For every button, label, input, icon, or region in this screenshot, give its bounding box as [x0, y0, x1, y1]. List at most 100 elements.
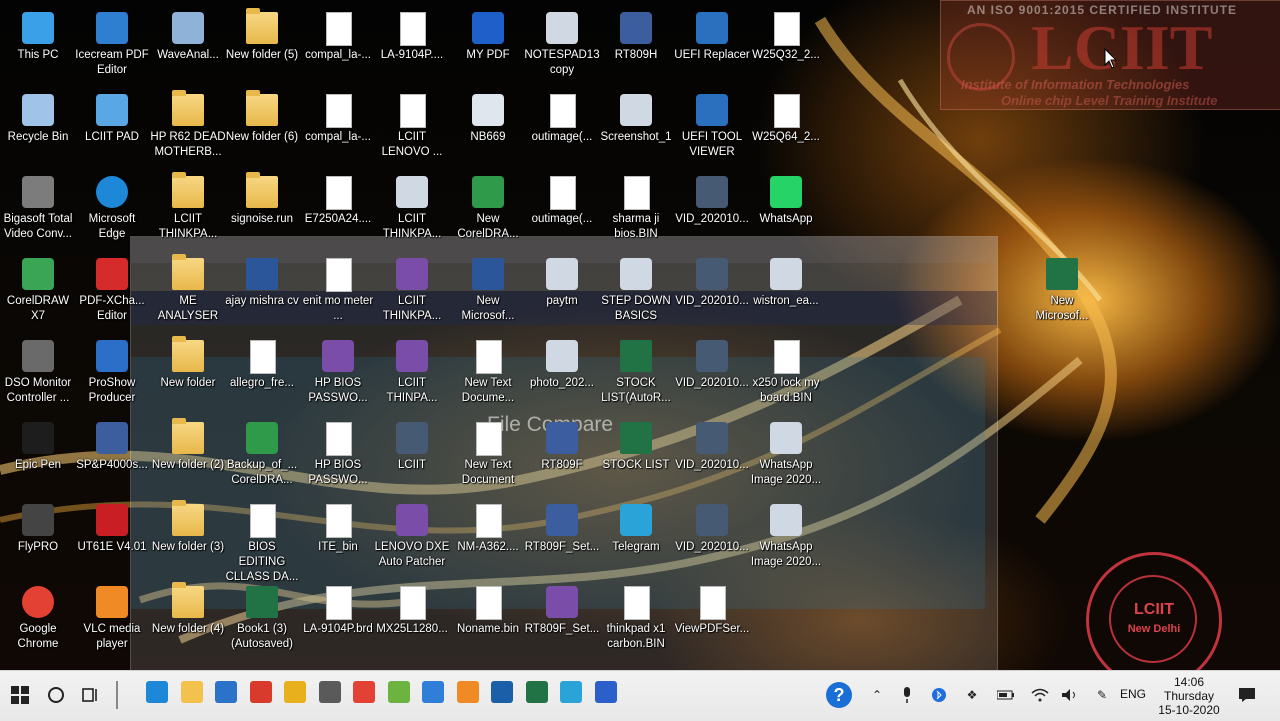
desktop-icon[interactable]: compal_la-...: [300, 88, 376, 168]
desktop-icon[interactable]: CorelDRAW X7: [0, 252, 76, 332]
desktop-icon[interactable]: x250 lock my board.BIN: [748, 334, 824, 414]
desktop-icon[interactable]: LCIIT LENOVO ...: [374, 88, 450, 168]
desktop-icon[interactable]: Bigasoft Total Video Conv...: [0, 170, 76, 250]
desktop-icon[interactable]: outimage(...: [524, 88, 600, 168]
desktop-icon[interactable]: HP R62 DEAD MOTHERB...: [150, 88, 226, 168]
desktop-icon[interactable]: thinkpad x1 carbon.BIN: [598, 580, 674, 660]
desktop-icon[interactable]: STOCK LIST: [598, 416, 674, 496]
desktop-icon[interactable]: STOCK LIST(AutoR...: [598, 334, 674, 414]
desktop-icon[interactable]: RT809F_Set...: [524, 580, 600, 660]
desktop-icon[interactable]: FlyPRO: [0, 498, 76, 578]
desktop-icon[interactable]: allegro_fre...: [224, 334, 300, 414]
taskbar-app-file-explorer[interactable]: [180, 681, 203, 703]
desktop-icon[interactable]: MX25L1280...: [374, 580, 450, 660]
taskbar-app-photos[interactable]: [491, 681, 513, 703]
desktop-icon[interactable]: ITE_bin: [300, 498, 376, 578]
task-view-button[interactable]: [74, 679, 106, 711]
language-indicator[interactable]: ENG: [1120, 687, 1146, 701]
desktop-icon[interactable]: HP BIOS PASSWO...: [300, 334, 376, 414]
desktop-icon[interactable]: paytm: [524, 252, 600, 332]
desktop-icon[interactable]: WhatsApp Image 2020...: [748, 498, 824, 578]
desktop-icon[interactable]: VID_202010...: [674, 252, 750, 332]
desktop-icon[interactable]: UT61E V4.01: [74, 498, 150, 578]
desktop-icon[interactable]: VLC media player: [74, 580, 150, 660]
desktop-icon[interactable]: compal_la-...: [300, 6, 376, 86]
bluetooth-tray[interactable]: [928, 679, 950, 711]
action-center-button[interactable]: [1234, 679, 1260, 711]
taskbar-app-telegram[interactable]: [560, 681, 582, 703]
desktop-icon[interactable]: New folder (3): [150, 498, 226, 578]
taskbar-app-mail[interactable]: [215, 681, 237, 703]
taskbar-app-app-tool[interactable]: [318, 681, 341, 703]
desktop-icon[interactable]: Screenshot_1: [598, 88, 674, 168]
wifi-tray[interactable]: [1028, 679, 1052, 711]
taskbar-app-app-green[interactable]: [387, 681, 410, 703]
desktop-icon[interactable]: New folder: [150, 334, 226, 414]
desktop-icon[interactable]: VID_202010...: [674, 170, 750, 250]
desktop-icon[interactable]: New Microsof...: [1024, 252, 1100, 332]
desktop-icon[interactable]: UEFI Replacer: [674, 6, 750, 86]
desktop-icon[interactable]: LCIIT PAD: [74, 88, 150, 168]
desktop-icon[interactable]: E7250A24....: [300, 170, 376, 250]
pen-tray[interactable]: ✎: [1090, 679, 1114, 711]
taskbar-app-app-yellow[interactable]: [284, 681, 306, 703]
desktop-icon[interactable]: LCIIT THINKPA...: [150, 170, 226, 250]
help-tray-button[interactable]: ?: [822, 679, 856, 711]
desktop-icon[interactable]: New folder (2): [150, 416, 226, 496]
desktop-icon[interactable]: LCIIT THINKPA...: [374, 252, 450, 332]
desktop-icon[interactable]: NB669: [450, 88, 526, 168]
desktop-icon[interactable]: outimage(...: [524, 170, 600, 250]
desktop-icon[interactable]: Noname.bin: [450, 580, 526, 660]
desktop-icon[interactable]: sharma ji bios.BIN: [598, 170, 674, 250]
desktop-icon[interactable]: ajay mishra cv: [224, 252, 300, 332]
desktop-icon[interactable]: DSO Monitor Controller ...: [0, 334, 76, 414]
desktop-icon[interactable]: RT809H: [598, 6, 674, 86]
desktop-icon[interactable]: W25Q32_2...: [748, 6, 824, 86]
desktop-icon[interactable]: Icecream PDF Editor: [74, 6, 150, 86]
desktop-icon[interactable]: WhatsApp Image 2020...: [748, 416, 824, 496]
taskbar-app-excel[interactable]: [525, 681, 548, 703]
desktop-icon[interactable]: NOTESPAD13 copy: [524, 6, 600, 86]
desktop-icon[interactable]: ProShow Producer: [74, 334, 150, 414]
desktop-icon[interactable]: New folder (4): [150, 580, 226, 660]
desktop-icon[interactable]: wistron_ea...: [748, 252, 824, 332]
dropbox-tray[interactable]: ❖: [960, 679, 984, 711]
desktop-icon[interactable]: ME ANALYSER: [150, 252, 226, 332]
desktop-icon[interactable]: W25Q64_2...: [748, 88, 824, 168]
desktop-icon[interactable]: HP BIOS PASSWO...: [300, 416, 376, 496]
desktop-icon[interactable]: New CorelDRA...: [450, 170, 526, 250]
desktop-icon[interactable]: PDF-XCha... Editor: [74, 252, 150, 332]
desktop-icon[interactable]: signoise.run: [224, 170, 300, 250]
clock[interactable]: 14:06 Thursday 15-10-2020: [1156, 675, 1222, 717]
desktop-icon[interactable]: NM-A362....: [450, 498, 526, 578]
volume-tray[interactable]: [1058, 679, 1082, 711]
start-button[interactable]: [4, 679, 36, 711]
taskbar-app-app-orange[interactable]: [456, 681, 479, 703]
desktop-icon[interactable]: New folder (6): [224, 88, 300, 168]
desktop-icon[interactable]: RT809F: [524, 416, 600, 496]
desktop-icon[interactable]: VID_202010...: [674, 498, 750, 578]
desktop-icon[interactable]: New Text Document: [450, 416, 526, 496]
desktop-icon[interactable]: VID_202010...: [674, 416, 750, 496]
taskbar-app-pdf[interactable]: [249, 681, 272, 703]
desktop-icon[interactable]: Recycle Bin: [0, 88, 76, 168]
desktop-icon[interactable]: LCIIT THINKPA...: [374, 170, 450, 250]
taskbar-app-app-blue[interactable]: [422, 681, 444, 703]
search-button[interactable]: [40, 679, 72, 711]
show-hidden-icons-button[interactable]: ⌃: [866, 679, 888, 711]
desktop-icon[interactable]: VID_202010...: [674, 334, 750, 414]
desktop-icon[interactable]: photo_202...: [524, 334, 600, 414]
desktop-icon[interactable]: BIOS EDITING CLLASS DA...: [224, 498, 300, 583]
desktop-icon[interactable]: UEFI TOOL VIEWER: [674, 88, 750, 168]
desktop-icon[interactable]: LCIIT: [374, 416, 450, 496]
desktop-icon[interactable]: LA-9104P.brd: [300, 580, 376, 660]
desktop-icon[interactable]: Microsoft Edge: [74, 170, 150, 250]
desktop-icon[interactable]: Book1 (3) (Autosaved): [224, 580, 300, 660]
desktop-icon[interactable]: STEP DOWN BASICS: [598, 252, 674, 332]
battery-tray[interactable]: [994, 679, 1018, 711]
taskbar-app-chrome[interactable]: [353, 681, 375, 703]
desktop-icon[interactable]: New Microsof...: [450, 252, 526, 332]
desktop-icon[interactable]: Telegram: [598, 498, 674, 578]
desktop-icon[interactable]: This PC: [0, 6, 76, 86]
microphone-tray[interactable]: [896, 679, 918, 711]
